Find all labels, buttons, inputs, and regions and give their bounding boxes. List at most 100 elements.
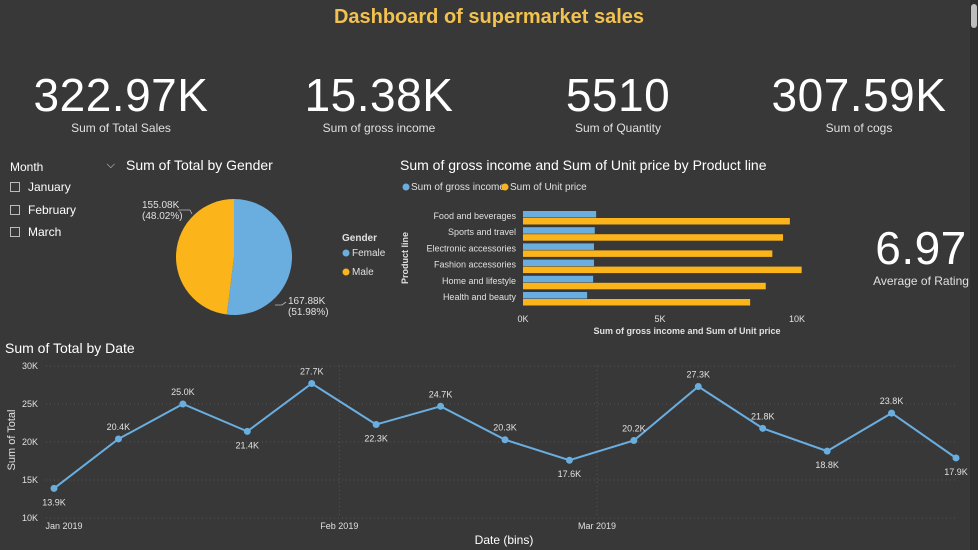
- chevron-down-icon[interactable]: ⌵: [107, 159, 115, 172]
- data-label: 17.9K: [944, 467, 968, 477]
- data-label: 18.8K: [815, 460, 839, 470]
- category-label: Home and lifestyle: [442, 276, 516, 286]
- kpi-value: 5510: [565, 69, 671, 121]
- pie-legend-title: Gender: [342, 233, 377, 244]
- data-label: 21.8K: [751, 411, 775, 421]
- line-point[interactable]: [501, 436, 509, 444]
- total-by-date-line-chart[interactable]: 10K 15K 20K 25K 30K Sum of Total 13.9K 20.4K 2…: [0, 358, 970, 550]
- gender-pie-chart[interactable]: 155.08K (48.02%) 167.88K (51.98%) Gender…: [120, 180, 400, 330]
- pie-slice-male[interactable]: [176, 199, 234, 315]
- y-tick-label: 25K: [22, 399, 38, 409]
- slicer-month-header[interactable]: Month ⌵: [10, 159, 115, 174]
- y-tick-label: 10K: [22, 513, 38, 523]
- slicer-item-march[interactable]: March: [10, 225, 61, 239]
- bar-gross-income[interactable]: [523, 211, 597, 218]
- bar-gross-income[interactable]: [523, 243, 594, 250]
- line-point[interactable]: [759, 424, 767, 432]
- data-label: 23.8K: [880, 396, 904, 406]
- line-chart-title: Sum of Total by Date: [5, 340, 135, 356]
- legend-label-male[interactable]: Male: [352, 267, 374, 278]
- kpi-card-cogs[interactable]: 307.59K Sum of cogs: [749, 70, 969, 135]
- category-label: Food and beverages: [433, 211, 516, 221]
- pie-label-male-value: 155.08K: [142, 200, 180, 211]
- line-point[interactable]: [630, 436, 638, 444]
- x-tick-label: 10K: [789, 314, 805, 324]
- x-tick-label: Jan 2019: [45, 521, 82, 531]
- kpi-card-gross-income[interactable]: 15.38K Sum of gross income: [269, 70, 489, 135]
- category-label: Sports and travel: [448, 227, 516, 237]
- y-axis-title: Product line: [400, 232, 410, 284]
- data-label: 25.0K: [171, 387, 195, 397]
- y-tick-label: 30K: [22, 361, 38, 371]
- slicer-item-january[interactable]: January: [10, 180, 71, 194]
- dashboard-title: Dashboard of supermarket sales: [333, 6, 645, 28]
- legend-marker-gross-income: [402, 183, 410, 191]
- data-label: 22.3K: [364, 434, 388, 444]
- kpi-value: 322.97K: [33, 69, 209, 121]
- line-point[interactable]: [823, 447, 831, 455]
- line-point[interactable]: [114, 435, 122, 443]
- kpi-label: Sum of Quantity: [574, 121, 662, 135]
- y-axis-title: Sum of Total: [6, 410, 18, 471]
- line-point[interactable]: [372, 421, 380, 429]
- pie-label-female-value: 167.88K: [288, 296, 326, 307]
- kpi-value: 307.59K: [771, 69, 947, 121]
- slicer-item-label: March: [28, 225, 62, 239]
- x-axis-title: Date (bins): [475, 533, 534, 547]
- bar-unit-price[interactable]: [523, 266, 802, 274]
- kpi-card-quantity[interactable]: 5510 Sum of Quantity: [508, 70, 728, 135]
- category-label: Health and beauty: [443, 292, 517, 302]
- line-point[interactable]: [179, 400, 187, 408]
- x-tick-label: Feb 2019: [320, 521, 358, 531]
- category-label: Electronic accessories: [426, 243, 516, 253]
- pie-slice-female[interactable]: [226, 199, 293, 315]
- slicer-item-february[interactable]: February: [10, 203, 76, 217]
- product-line-bar-chart[interactable]: Sum of gross income Sum of Unit price Pr…: [395, 176, 835, 340]
- kpi-card-rating[interactable]: 6.97 Average of Rating: [811, 223, 978, 288]
- data-label: 20.4K: [107, 422, 131, 432]
- line-point[interactable]: [888, 409, 896, 417]
- kpi-card-total-sales[interactable]: 322.97K Sum of Total Sales: [11, 70, 231, 135]
- legend-label-female[interactable]: Female: [352, 248, 386, 259]
- data-label: 13.9K: [42, 497, 66, 507]
- line-point[interactable]: [437, 402, 445, 410]
- line-series[interactable]: [53, 382, 957, 490]
- data-label: 17.6K: [558, 469, 582, 479]
- line-point[interactable]: [308, 379, 316, 387]
- bar-unit-price[interactable]: [523, 250, 773, 257]
- y-tick-label: 20K: [22, 437, 38, 447]
- data-label: 27.7K: [300, 366, 324, 376]
- bar-gross-income[interactable]: [523, 227, 595, 234]
- bar-unit-price[interactable]: [523, 282, 766, 290]
- checkbox[interactable]: [10, 205, 20, 215]
- line-point[interactable]: [694, 383, 702, 391]
- bar-gross-income[interactable]: [523, 292, 588, 299]
- x-tick-label: 0K: [517, 314, 528, 324]
- bar-unit-price[interactable]: [523, 218, 790, 225]
- legend-marker-unit-price: [501, 183, 509, 191]
- legend-label-unit-price[interactable]: Sum of Unit price: [510, 182, 587, 193]
- line-point[interactable]: [565, 456, 573, 464]
- bar-unit-price[interactable]: [523, 234, 784, 241]
- kpi-label: Sum of cogs: [825, 121, 893, 135]
- line-point[interactable]: [952, 454, 960, 462]
- legend-marker-male: [342, 268, 350, 276]
- line-point[interactable]: [243, 427, 251, 435]
- x-axis-title: Sum of gross income and Sum of Unit pric…: [593, 326, 780, 336]
- data-label: 20.3K: [493, 423, 517, 433]
- leader-line: [275, 301, 287, 306]
- data-label: 27.3K: [687, 370, 711, 380]
- bar-gross-income[interactable]: [523, 275, 594, 283]
- scrollbar-thumb[interactable]: [971, 4, 977, 28]
- line-point[interactable]: [50, 484, 58, 492]
- kpi-value: 6.97: [875, 222, 967, 274]
- bar-unit-price[interactable]: [523, 299, 751, 306]
- data-label: 21.4K: [236, 440, 260, 450]
- checkbox[interactable]: [10, 182, 20, 192]
- legend-label-gross-income[interactable]: Sum of gross income: [411, 182, 505, 193]
- bar-gross-income[interactable]: [523, 259, 594, 267]
- legend-marker-female: [342, 249, 350, 257]
- y-tick-label: 15K: [22, 475, 38, 485]
- kpi-value: 15.38K: [304, 69, 454, 121]
- checkbox[interactable]: [10, 227, 20, 237]
